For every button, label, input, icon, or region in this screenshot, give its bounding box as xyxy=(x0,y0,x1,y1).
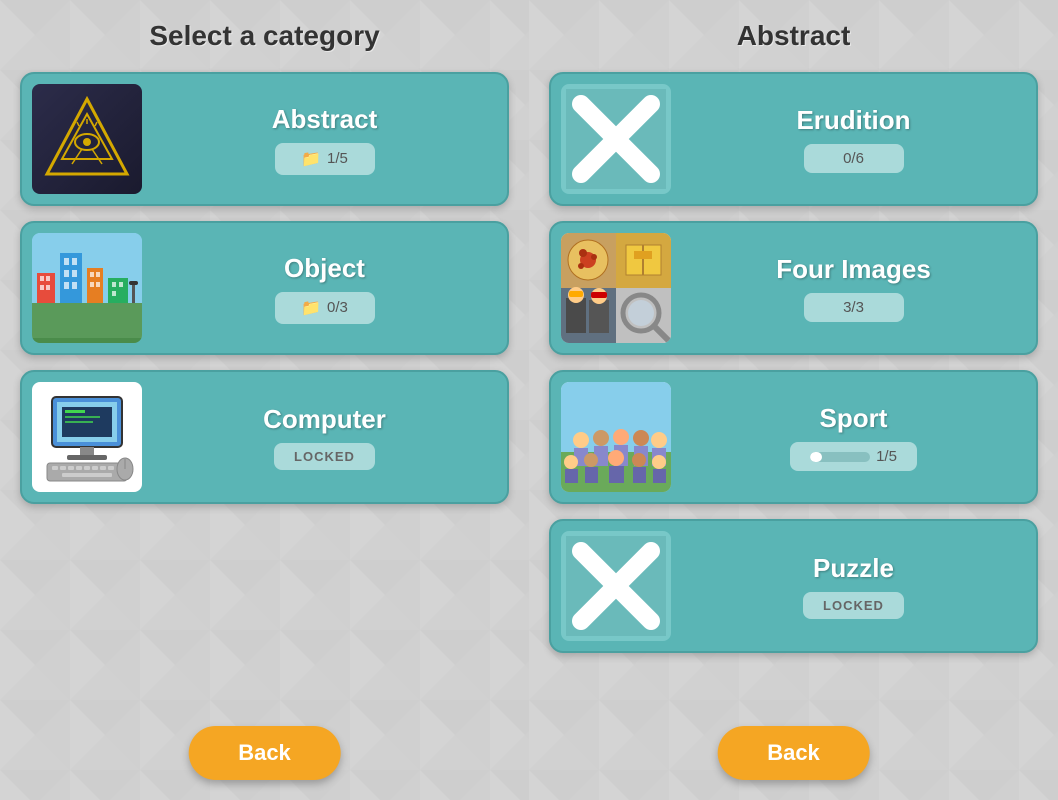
left-category-list: Abstract 📁 1/5 xyxy=(20,72,509,504)
card-image-puzzle xyxy=(561,531,671,641)
card-title-puzzle: Puzzle xyxy=(813,553,894,584)
card-image-object xyxy=(32,233,142,343)
card-title-four-images: Four Images xyxy=(776,254,931,285)
card-title-object: Object xyxy=(284,253,365,284)
card-image-sport xyxy=(561,382,671,492)
card-badge-computer: LOCKED xyxy=(274,443,375,470)
card-info-object: Object 📁 0/3 xyxy=(152,253,497,324)
category-card-erudition[interactable]: Erudition 0/6 xyxy=(549,72,1038,206)
card-image-erudition xyxy=(561,84,671,194)
folder-icon-abstract: 📁 xyxy=(301,149,321,169)
category-card-computer[interactable]: Computer LOCKED xyxy=(20,370,509,504)
card-badge-sport: 1/5 xyxy=(790,442,917,471)
left-panel-content: Select a category xyxy=(0,0,529,584)
sport-progress-bar xyxy=(810,452,870,462)
card-badge-puzzle: LOCKED xyxy=(803,592,904,619)
right-panel-title: Abstract xyxy=(549,20,1038,52)
card-info-erudition: Erudition 0/6 xyxy=(681,105,1026,173)
card-image-computer xyxy=(32,382,142,492)
left-panel-title: Select a category xyxy=(20,20,509,52)
category-card-sport[interactable]: Sport 1/5 xyxy=(549,370,1038,504)
card-image-four-images xyxy=(561,233,671,343)
category-card-puzzle[interactable]: Puzzle LOCKED xyxy=(549,519,1038,653)
card-info-puzzle: Puzzle LOCKED xyxy=(681,553,1026,619)
right-panel-content: Abstract Erudition 0/6 xyxy=(529,0,1058,733)
category-card-object[interactable]: Object 📁 0/3 xyxy=(20,221,509,355)
card-badge-abstract: 📁 1/5 xyxy=(275,143,375,175)
card-info-abstract: Abstract 📁 1/5 xyxy=(152,104,497,175)
right-panel: Abstract Erudition 0/6 xyxy=(529,0,1058,800)
left-back-button[interactable]: Back xyxy=(188,726,341,780)
card-badge-four-images: 3/3 xyxy=(804,293,904,322)
category-card-four-images[interactable]: Four Images 3/3 xyxy=(549,221,1038,355)
right-back-button[interactable]: Back xyxy=(717,726,870,780)
card-title-abstract: Abstract xyxy=(272,104,377,135)
card-badge-erudition: 0/6 xyxy=(804,144,904,173)
card-title-sport: Sport xyxy=(820,403,888,434)
left-panel: Select a category xyxy=(0,0,529,800)
folder-icon-object: 📁 xyxy=(301,298,321,318)
card-title-erudition: Erudition xyxy=(796,105,910,136)
card-info-computer: Computer LOCKED xyxy=(152,404,497,470)
card-badge-object: 📁 0/3 xyxy=(275,292,375,324)
card-title-computer: Computer xyxy=(263,404,386,435)
category-card-abstract[interactable]: Abstract 📁 1/5 xyxy=(20,72,509,206)
card-info-four-images: Four Images 3/3 xyxy=(681,254,1026,322)
right-category-list: Erudition 0/6 xyxy=(549,72,1038,653)
card-info-sport: Sport 1/5 xyxy=(681,403,1026,471)
card-image-abstract xyxy=(32,84,142,194)
